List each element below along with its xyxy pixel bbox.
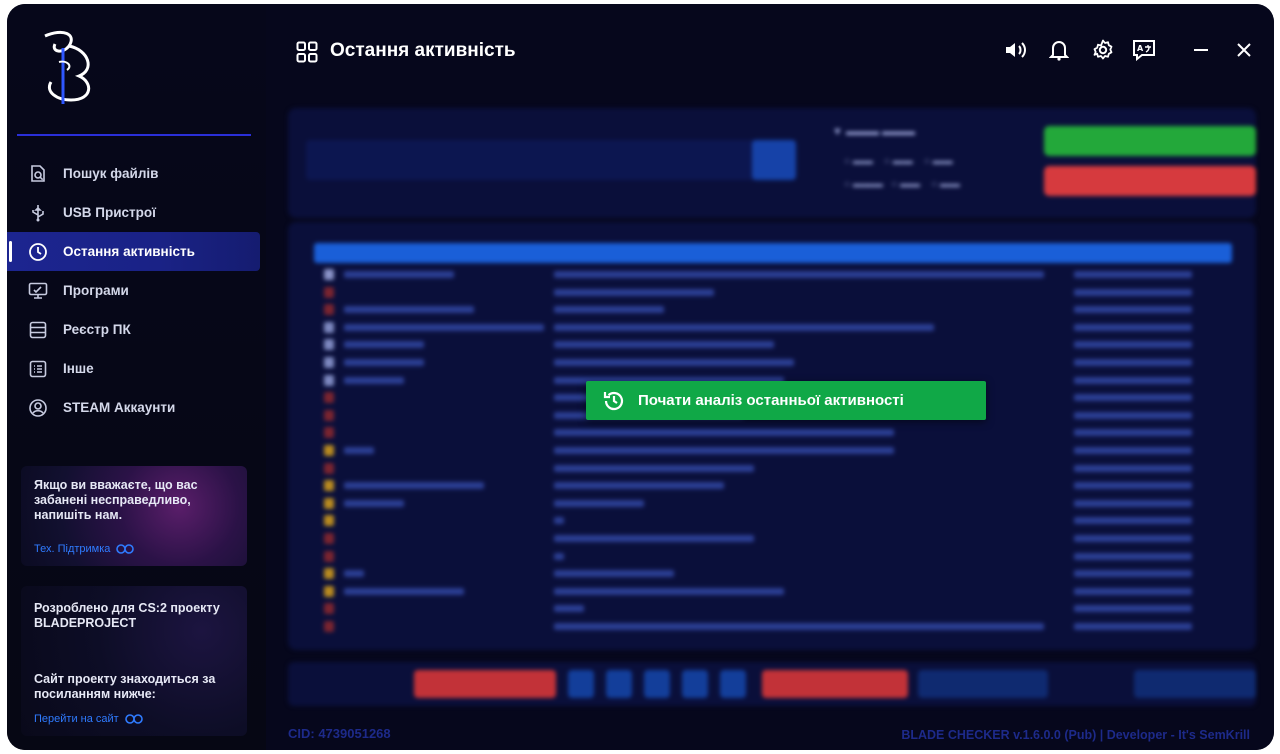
table-row [314, 336, 1232, 353]
table-row [314, 354, 1232, 371]
svg-text:A: A [1137, 44, 1144, 53]
sidebar-item-label: USB Пристрої [63, 205, 156, 220]
database-icon [27, 319, 49, 341]
close-icon[interactable] [1232, 38, 1256, 62]
start-analysis-button[interactable]: Почати аналіз останньої активності [586, 381, 986, 420]
grid-icon [296, 41, 318, 63]
project-site-text: Сайт проекту знаходиться за посиланням н… [34, 672, 216, 701]
main-content: Остання активність A ▼ ▬▬▬ ▬▬▬ ○ ▬▬ ○ ▬▬… [266, 4, 1274, 750]
sidebar-item-programs[interactable]: Програми [7, 271, 266, 310]
logo-divider [17, 134, 251, 136]
table-row [314, 618, 1232, 635]
table-row [314, 266, 1232, 283]
filter-header: ▼ ▬▬▬ ▬▬▬ [832, 126, 915, 138]
translate-icon[interactable]: A [1132, 38, 1156, 62]
sidebar-item-label: STEAM Аккаунти [63, 400, 176, 415]
filter-option: ○ ▬▬▬ ○ ▬▬ ○ ▬▬ [844, 179, 960, 190]
table-row [314, 583, 1232, 600]
history-icon [603, 391, 624, 410]
support-link-label: Тех. Підтримка [34, 543, 111, 555]
link-icon [116, 544, 135, 554]
table-header [314, 243, 1232, 263]
table-row [314, 495, 1232, 512]
start-analysis-label: Почати аналіз останньої активності [638, 392, 904, 409]
monitor-icon [27, 280, 49, 302]
table-row [314, 600, 1232, 617]
gear-icon[interactable] [1091, 38, 1115, 62]
link-icon [124, 714, 143, 724]
sidebar-item-other[interactable]: Інше [7, 349, 266, 388]
sidebar: Пошук файлів USB Пристрої Остання активн… [7, 4, 266, 750]
sidebar-item-usb[interactable]: USB Пристрої [7, 193, 266, 232]
clock-icon [27, 241, 49, 263]
export-button [1044, 126, 1256, 156]
project-text: Розроблено для CS:2 проекту BLADEPROJECT [34, 601, 220, 630]
sidebar-item-label: Остання активність [63, 244, 195, 259]
search-input [306, 140, 766, 180]
app-window: Пошук файлів USB Пристрої Остання активн… [7, 4, 1274, 750]
sidebar-item-label: Програми [63, 283, 129, 298]
reset-button [1044, 166, 1256, 196]
usb-icon [27, 202, 49, 224]
pagination-bar [288, 662, 1256, 706]
table-row [314, 301, 1232, 318]
client-id: CID: 4739051268 [288, 726, 391, 741]
table-row [314, 319, 1232, 336]
table-row [314, 460, 1232, 477]
app-logo [44, 30, 90, 104]
table-row [314, 512, 1232, 529]
page-title: Остання активність [330, 40, 516, 61]
sidebar-item-file-search[interactable]: Пошук файлів [7, 154, 266, 193]
project-card: Розроблено для CS:2 проекту BLADEPROJECT… [21, 586, 247, 736]
sidebar-item-recent-activity[interactable]: Остання активність [7, 232, 260, 271]
project-site-link[interactable]: Перейти на сайт [34, 713, 143, 725]
support-link[interactable]: Тех. Підтримка [34, 543, 135, 555]
sidebar-item-label: Реєстр ПК [63, 322, 131, 337]
search-button [752, 140, 796, 180]
table-row [314, 442, 1232, 459]
table-row [314, 477, 1232, 494]
table-row [314, 284, 1232, 301]
sidebar-item-steam[interactable]: STEAM Аккаунти [7, 388, 266, 427]
ban-appeal-card: Якщо ви вважаєте, що вас забанені неспра… [21, 466, 247, 566]
sidebar-nav: Пошук файлів USB Пристрої Остання активн… [7, 154, 266, 427]
sound-icon[interactable] [1004, 38, 1028, 62]
table-row [314, 424, 1232, 441]
sidebar-item-registry[interactable]: Реєстр ПК [7, 310, 266, 349]
user-circle-icon [27, 397, 49, 419]
filter-option: ○ ▬▬ ○ ▬▬ ○ ▬▬ [844, 156, 953, 167]
minimize-icon[interactable] [1189, 38, 1213, 62]
table-row [314, 548, 1232, 565]
version-info: BLADE CHECKER v.1.6.0.0 (Pub) | Develope… [901, 728, 1250, 742]
bell-icon[interactable] [1047, 38, 1071, 62]
file-search-icon [27, 163, 49, 185]
list-icon [27, 358, 49, 380]
sidebar-item-label: Інше [63, 361, 94, 376]
sidebar-item-label: Пошук файлів [63, 166, 159, 181]
table-row [314, 565, 1232, 582]
project-site-link-label: Перейти на сайт [34, 713, 119, 725]
table-row [314, 530, 1232, 547]
ban-appeal-text: Якщо ви вважаєте, що вас забанені неспра… [34, 478, 198, 522]
